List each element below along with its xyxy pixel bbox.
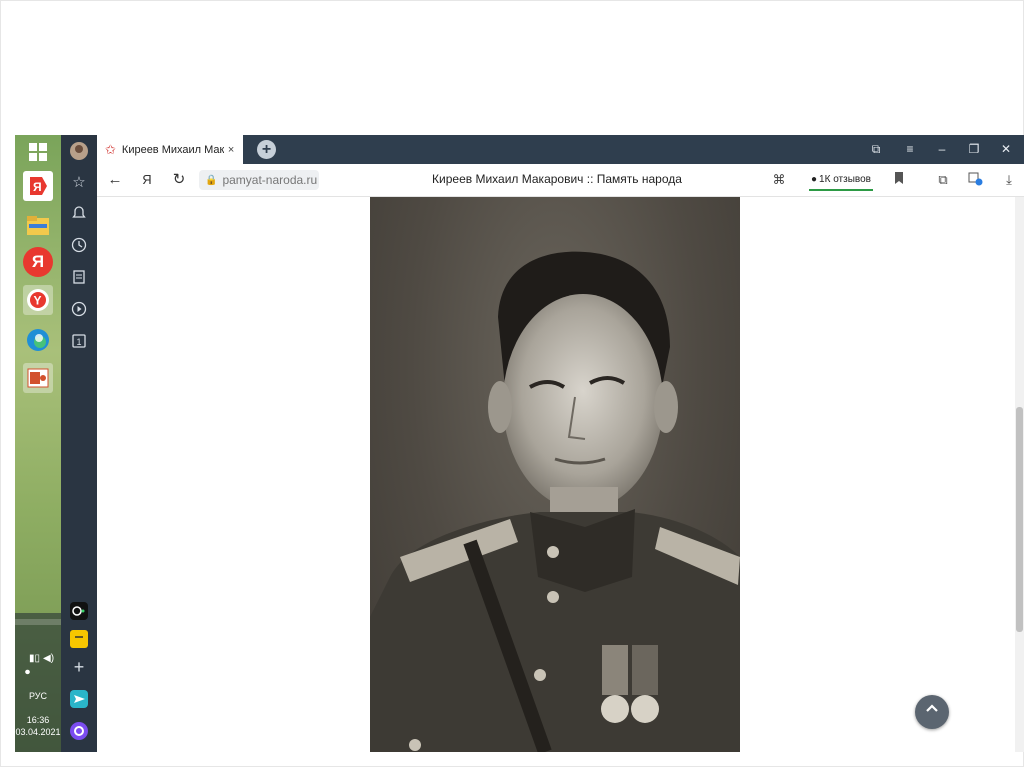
chevron-up-icon <box>926 704 938 712</box>
url-field[interactable]: 🔒 pamyat-naroda.ru <box>199 170 319 190</box>
back-arrow-icon[interactable]: ← <box>105 170 125 190</box>
windows-start-icon[interactable] <box>23 137 53 167</box>
portrait-photo <box>370 197 740 752</box>
yandex-app-icon[interactable]: Я <box>23 171 53 201</box>
notifications-bell-icon[interactable] <box>69 205 89 225</box>
reviews-badge[interactable]: ● 1К отзывов <box>809 170 873 191</box>
close-window-button[interactable]: ✕ <box>991 135 1021 164</box>
reader-mode-icon[interactable]: ⧉ <box>933 170 953 190</box>
extensions-icon[interactable] <box>965 170 985 190</box>
url-text: pamyat-naroda.ru <box>222 173 318 187</box>
profile-avatar[interactable] <box>69 141 89 161</box>
powerpoint-icon[interactable] <box>23 363 53 393</box>
reviews-text: 1К отзывов <box>819 174 871 185</box>
video-play-icon[interactable] <box>69 301 89 321</box>
file-explorer-icon[interactable] <box>23 211 53 241</box>
browser-window: ✩ Киреев Михаил Макар × + ⧉ ≡ – ❐ ✕ ← Я … <box>97 135 1024 752</box>
system-tray: ▮▯ ◀) ⏺ РУС 16:36 03.04.2021 <box>15 613 61 752</box>
minimize-button[interactable]: – <box>927 135 957 164</box>
network-icon[interactable]: ▮▯ <box>29 653 40 664</box>
restore-button[interactable]: ❐ <box>959 135 989 164</box>
scroll-to-top-button[interactable] <box>915 695 949 729</box>
volume-icon[interactable]: ◀) <box>43 653 54 664</box>
clock-date[interactable]: 03.04.2021 <box>15 727 61 737</box>
bookmarks-star-icon[interactable]: ☆ <box>69 173 89 193</box>
bookmark-icon[interactable] <box>889 170 909 190</box>
language-indicator[interactable]: РУС <box>15 691 61 701</box>
add-panel-icon[interactable]: + <box>69 657 89 677</box>
tab-title: Киреев Михаил Макар <box>121 143 224 156</box>
site-star-icon: ✩ <box>105 141 116 157</box>
translate-icon[interactable]: ⌘ <box>769 170 789 190</box>
tabs-list-icon[interactable]: ⧉ <box>861 135 891 164</box>
comment-bubble-icon: ● <box>811 174 818 185</box>
microphone-icon[interactable]: ⏺ <box>25 667 30 678</box>
page-title: Киреев Михаил Макарович :: Память народа <box>432 172 682 186</box>
history-clock-icon[interactable] <box>69 237 89 257</box>
tab-active[interactable]: ✩ Киреев Михаил Макар × <box>97 135 243 164</box>
scroll-indicator <box>15 619 61 625</box>
windows-taskbar: Я Я Y ▮▯ ◀) ⏺ РУС 16:36 03.04.2021 <box>15 135 61 752</box>
messenger-icon[interactable] <box>69 689 89 709</box>
yandex-browser-icon[interactable]: Y <box>23 285 53 315</box>
lock-icon: 🔒 <box>205 174 218 186</box>
new-tab-button[interactable]: + <box>257 140 276 159</box>
yandex-home-icon[interactable]: Я <box>137 170 157 190</box>
page-scrollbar[interactable] <box>1015 197 1024 752</box>
reload-icon[interactable]: ↻ <box>169 170 189 190</box>
alice-assistant-icon[interactable] <box>69 721 89 741</box>
svg-text:Y: Y <box>34 294 42 308</box>
yandex-search-icon[interactable]: Я <box>23 247 53 277</box>
tab-counter-icon[interactable]: 1 <box>69 333 89 353</box>
clock-time[interactable]: 16:36 <box>15 715 61 725</box>
menu-icon[interactable]: ≡ <box>895 135 925 164</box>
tab-close-button[interactable]: × <box>228 144 234 156</box>
browser-sidebar: ☆ 1 + <box>61 135 97 752</box>
scrollbar-thumb[interactable] <box>1016 407 1023 632</box>
page-content <box>97 197 1024 752</box>
alice-mini-icon[interactable] <box>69 601 89 621</box>
address-bar: ← Я ↻ 🔒 pamyat-naroda.ru Киреев Михаил М… <box>97 164 1024 197</box>
download-icon[interactable]: ⤓ <box>999 170 1019 190</box>
tab-bar: ✩ Киреев Михаил Макар × + ⧉ ≡ – ❐ ✕ <box>97 135 1024 164</box>
svg-text:1: 1 <box>77 337 82 347</box>
collections-icon[interactable] <box>69 269 89 289</box>
edge-browser-icon[interactable] <box>23 325 53 355</box>
svg-text:Я: Я <box>33 180 42 194</box>
screenshot: Я Я Y ▮▯ ◀) ⏺ РУС 16:36 03.04.2021 ☆ 1 +… <box>15 135 1024 752</box>
market-icon[interactable] <box>69 629 89 649</box>
